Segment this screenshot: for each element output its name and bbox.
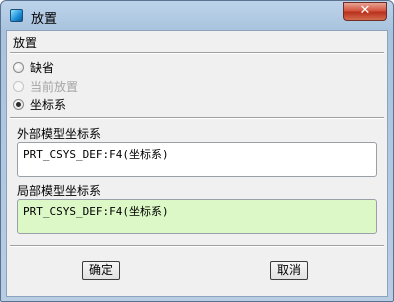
placement-section-label: 放置 <box>13 36 38 50</box>
app-icon <box>10 9 23 22</box>
dialog-body: 放置 缺省 当前放置 坐标系 外部模型坐标系 PRT_CSYS_DEF:F4(坐… <box>6 30 388 297</box>
radio-coordinate-system[interactable]: 坐标系 <box>13 96 66 112</box>
external-csys-label: 外部模型坐标系 <box>17 127 102 141</box>
ok-button[interactable]: 确定 <box>82 261 120 280</box>
radio-coordinate-system-icon[interactable] <box>13 98 24 110</box>
window-title: 放置 <box>31 12 58 27</box>
top-divider <box>10 52 384 54</box>
middle-divider <box>10 117 384 119</box>
close-button[interactable]: ✕ <box>343 2 387 21</box>
external-csys-field[interactable]: PRT_CSYS_DEF:F4(坐标系) <box>17 142 377 177</box>
title-bar[interactable]: 放置 ✕ <box>1 1 393 31</box>
radio-default-icon[interactable] <box>13 61 24 73</box>
radio-coordinate-system-label: 坐标系 <box>30 97 67 112</box>
local-csys-label: 局部模型坐标系 <box>17 184 102 198</box>
radio-current-placement-label: 当前放置 <box>30 79 79 94</box>
cancel-button[interactable]: 取消 <box>270 261 308 280</box>
radio-default[interactable]: 缺省 <box>13 59 54 75</box>
placement-dialog: 放置 ✕ 放置 缺省 当前放置 坐标系 外部模型坐标系 PRT_CSYS_DEF… <box>0 0 394 302</box>
radio-current-placement-icon <box>13 80 24 92</box>
local-csys-field[interactable]: PRT_CSYS_DEF:F4(坐标系) <box>17 199 377 234</box>
bottom-divider <box>10 245 384 247</box>
radio-current-placement: 当前放置 <box>13 78 78 94</box>
radio-default-label: 缺省 <box>30 60 55 75</box>
